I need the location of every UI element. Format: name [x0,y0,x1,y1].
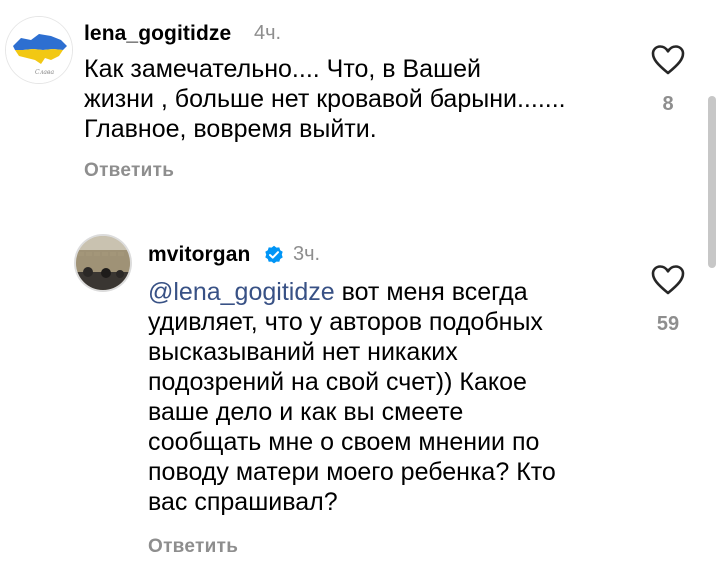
comment-2-line: подозрений на свой счет)) Какое [148,368,527,396]
like-heart-icon[interactable] [651,264,685,296]
comment-1-reply-button[interactable]: Ответить [84,160,174,182]
comment-2-reply-button[interactable]: Ответить [148,536,238,558]
ukraine-map-icon: Слава [6,17,72,83]
comment-2-username[interactable]: mvitorgan [148,243,250,267]
avatar-mvitorgan[interactable] [76,236,130,290]
comment-2-line: ваше дело и как вы смеете [148,398,464,426]
avatar-photo [76,236,130,290]
svg-text:Слава: Слава [35,69,54,76]
comment-2-line: вас спрашивал? [148,488,338,516]
comment-2-line: удивляет, что у авторов подобных [148,308,543,336]
mention-link[interactable]: @lena_gogitidze [148,278,335,306]
scrollbar[interactable] [708,96,716,268]
comment-2-line: поводу матери моего ребенка? Кто [148,458,556,486]
comment-2-line: высказываний нет никаких [148,338,458,366]
comment-1-time: 4ч. [254,22,282,44]
comment-2-line-1: @lena_gogitidze вот меня всегда [148,277,556,307]
comment-2-line: вот меня всегда [341,278,528,306]
verified-badge-icon [265,245,283,264]
comment-2-text: @lena_gogitidze вот меня всегда удивляет… [148,277,556,517]
comment-1-like-count: 8 [662,93,674,115]
comment-1-username[interactable]: lena_gogitidze [84,22,231,46]
comment-1-line: Как замечательно.... Что, в Вашей [84,55,482,83]
like-heart-icon[interactable] [651,44,685,76]
comment-2-time: 3ч. [293,243,321,265]
comment-2-line: сообщать мне о своем мнении по [148,428,540,456]
comment-1-line: жизни , больше нет кровавой барыни......… [84,85,566,113]
avatar-lena-gogitidze[interactable]: Слава [5,16,73,84]
comment-1-text: Как замечательно.... Что, в Вашей жизни … [84,54,566,144]
comment-2-like-count: 59 [656,313,680,335]
comment-1-line: Главное, вовремя выйти. [84,115,377,143]
